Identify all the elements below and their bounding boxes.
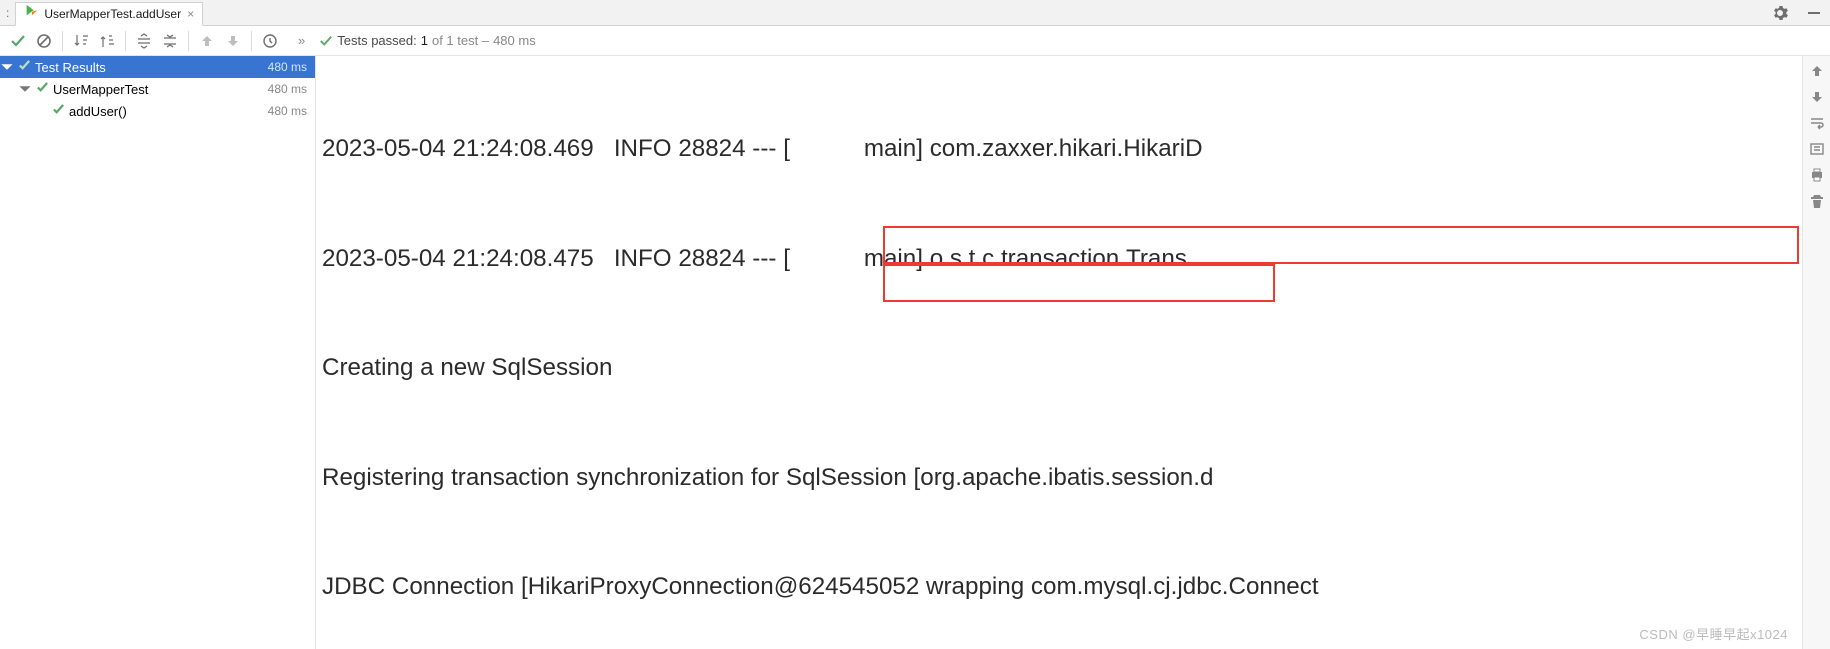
- scroll-to-end-icon[interactable]: [1808, 140, 1826, 158]
- chevrons-icon[interactable]: »: [298, 33, 305, 48]
- test-toolbar: » Tests passed: 1 of 1 test – 480 ms: [0, 26, 1830, 56]
- chevron-down-icon[interactable]: [0, 60, 14, 74]
- console-line: Registering transaction synchronization …: [322, 460, 1802, 497]
- next-failed-icon[interactable]: [221, 29, 245, 53]
- collapse-all-icon[interactable]: [158, 29, 182, 53]
- console-right-rail: [1802, 56, 1830, 649]
- console-output[interactable]: 2023-05-04 21:24:08.469 INFO 28824 --- […: [316, 56, 1802, 649]
- close-icon[interactable]: ×: [187, 8, 194, 20]
- tree-time: 480 ms: [268, 104, 307, 118]
- clear-all-icon[interactable]: [1808, 192, 1826, 210]
- separator: [188, 31, 189, 51]
- tree-label: UserMapperTest: [53, 82, 268, 97]
- prev-failed-icon[interactable]: [195, 29, 219, 53]
- console-line: Creating a new SqlSession: [322, 350, 1802, 387]
- tree-method[interactable]: addUser() 480 ms: [0, 100, 315, 122]
- status-count: 1: [421, 33, 428, 48]
- show-passed-icon[interactable]: [6, 29, 30, 53]
- soft-wrap-icon[interactable]: [1808, 114, 1826, 132]
- separator: [125, 31, 126, 51]
- scroll-up-icon[interactable]: [1808, 62, 1826, 80]
- status-time: 480 ms: [493, 33, 536, 48]
- show-ignored-icon[interactable]: [32, 29, 56, 53]
- console-line: 2023-05-04 21:24:08.475 INFO 28824 --- […: [322, 241, 1802, 278]
- tab-prefix: :: [6, 6, 15, 20]
- main-area: Test Results 480 ms UserMapperTest 480 m…: [0, 56, 1830, 649]
- separator: [251, 31, 252, 51]
- test-tree[interactable]: Test Results 480 ms UserMapperTest 480 m…: [0, 56, 316, 649]
- test-config-icon: [24, 4, 38, 23]
- history-icon[interactable]: [258, 29, 282, 53]
- run-tab[interactable]: UserMapperTest.addUser ×: [15, 2, 203, 26]
- tab-title: UserMapperTest.addUser: [44, 7, 181, 21]
- chevron-down-icon[interactable]: [18, 82, 32, 96]
- expand-all-icon[interactable]: [132, 29, 156, 53]
- tree-class[interactable]: UserMapperTest 480 ms: [0, 78, 315, 100]
- status-of: of 1 test –: [432, 33, 489, 48]
- gear-icon[interactable]: [1772, 5, 1788, 21]
- print-icon[interactable]: [1808, 166, 1826, 184]
- tab-bar: : UserMapperTest.addUser ×: [0, 0, 1830, 26]
- console-line: JDBC Connection [HikariProxyConnection@6…: [322, 569, 1802, 606]
- tree-root[interactable]: Test Results 480 ms: [0, 56, 315, 78]
- sort-asc-icon[interactable]: [69, 29, 93, 53]
- test-status: Tests passed: 1 of 1 test – 480 ms: [319, 33, 535, 48]
- scroll-down-icon[interactable]: [1808, 88, 1826, 106]
- hide-icon[interactable]: [1806, 5, 1822, 21]
- check-icon: [52, 103, 65, 119]
- separator: [62, 31, 63, 51]
- tree-label: Test Results: [35, 60, 268, 75]
- tree-time: 480 ms: [268, 82, 307, 96]
- console-line: 2023-05-04 21:24:08.469 INFO 28824 --- […: [322, 131, 1802, 168]
- tree-time: 480 ms: [268, 60, 307, 74]
- tree-label: addUser(): [69, 104, 268, 119]
- status-text-prefix: Tests passed:: [337, 33, 417, 48]
- check-icon: [18, 59, 31, 75]
- check-icon: [36, 81, 49, 97]
- sort-desc-icon[interactable]: [95, 29, 119, 53]
